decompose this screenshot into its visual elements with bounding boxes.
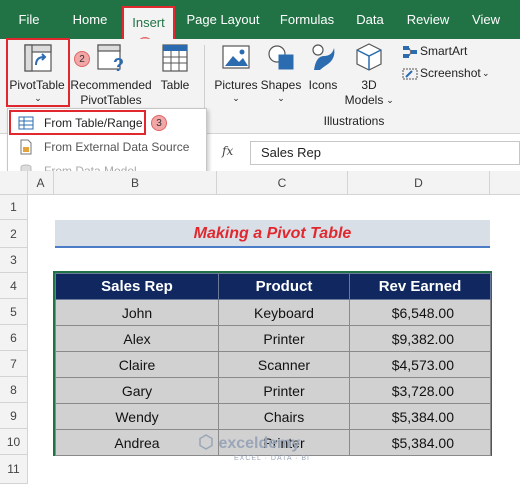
shapes-icon bbox=[268, 45, 294, 70]
recommended-label-2: PivotTables bbox=[80, 93, 142, 107]
cell-rev-earned[interactable]: $6,548.00 bbox=[349, 299, 491, 326]
chevron-down-icon: ⌄ bbox=[232, 93, 240, 103]
table-label: Table bbox=[160, 78, 190, 92]
svg-text:?: ? bbox=[113, 55, 124, 73]
table-icon bbox=[162, 44, 188, 72]
cell-sales-rep[interactable]: Andrea bbox=[55, 429, 219, 456]
cell-sales-rep[interactable]: Alex bbox=[55, 325, 219, 352]
cell-product[interactable]: Printer bbox=[218, 325, 350, 352]
pictures-button[interactable]: Pictures ⌄ bbox=[210, 39, 262, 105]
recommended-pivottables-button[interactable]: ? Recommended PivotTables bbox=[70, 39, 152, 109]
column-header-d[interactable]: D bbox=[348, 171, 490, 195]
table-row: Claire Scanner $4,573.00 bbox=[55, 351, 491, 378]
screenshot-button[interactable]: Screenshot ⌄ bbox=[400, 65, 500, 83]
row-header[interactable]: 1 bbox=[0, 195, 28, 220]
menu-bar: File Home Insert Page Layout Formulas Da… bbox=[0, 0, 520, 39]
cell-sales-rep[interactable]: Claire bbox=[55, 351, 219, 378]
illustrations-group-label: Illustrations bbox=[323, 114, 385, 128]
3d-models-label-1: 3D bbox=[361, 78, 377, 92]
tab-data[interactable]: Data bbox=[350, 0, 390, 39]
cell-rev-earned[interactable]: $5,384.00 bbox=[349, 429, 491, 456]
cell-rev-earned[interactable]: $9,382.00 bbox=[349, 325, 491, 352]
cell-rev-earned[interactable]: $5,384.00 bbox=[349, 403, 491, 430]
icons-button[interactable]: Icons bbox=[304, 39, 342, 105]
cell-sales-rep[interactable]: Wendy bbox=[55, 403, 219, 430]
3d-models-button[interactable]: 3D Models ⌄ bbox=[342, 39, 396, 109]
icons-label: Icons bbox=[308, 78, 338, 92]
chevron-down-icon: ⌄ bbox=[277, 93, 285, 103]
smartart-button[interactable]: SmartArt bbox=[400, 43, 492, 61]
tab-page-layout[interactable]: Page Layout bbox=[184, 0, 262, 39]
table-row: Alex Printer $9,382.00 bbox=[55, 325, 491, 352]
chevron-down-icon: ⌄ bbox=[386, 95, 394, 105]
pictures-icon bbox=[222, 45, 250, 69]
header-rev-earned[interactable]: Rev Earned bbox=[349, 273, 491, 300]
cell-rev-earned[interactable]: $4,573.00 bbox=[349, 351, 491, 378]
watermark-tagline: EXCEL · DATA · BI bbox=[234, 455, 310, 462]
3d-models-label-2: Models bbox=[344, 93, 384, 107]
watermark-logo: exceldemy bbox=[198, 434, 300, 453]
recommended-label-1: Recommended bbox=[70, 78, 152, 92]
tab-formulas[interactable]: Formulas bbox=[276, 0, 338, 39]
row-header[interactable]: 5 bbox=[0, 299, 28, 325]
tab-file[interactable]: File bbox=[6, 0, 52, 39]
cell-sales-rep[interactable]: John bbox=[55, 299, 219, 326]
sheet-title[interactable]: Making a Pivot Table bbox=[55, 220, 490, 248]
row-header[interactable]: 10 bbox=[0, 429, 28, 455]
select-all-corner[interactable] bbox=[0, 171, 28, 195]
smartart-icon bbox=[403, 46, 417, 58]
smartart-label: SmartArt bbox=[420, 44, 468, 58]
data-table: Sales Rep Product Rev Earned John Keyboa… bbox=[55, 273, 491, 456]
row-header[interactable]: 2 bbox=[0, 220, 28, 248]
header-product[interactable]: Product bbox=[218, 273, 350, 300]
cell-rev-earned[interactable]: $3,728.00 bbox=[349, 377, 491, 404]
table-row: Gary Printer $3,728.00 bbox=[55, 377, 491, 404]
highlight-from-table-range bbox=[9, 110, 146, 135]
tab-view[interactable]: View bbox=[466, 0, 506, 39]
exceldemy-logo-icon bbox=[199, 434, 213, 450]
cell-sales-rep[interactable]: Gary bbox=[55, 377, 219, 404]
row-header[interactable]: 3 bbox=[0, 248, 28, 273]
row-header[interactable]: 11 bbox=[0, 455, 28, 484]
column-header-c[interactable]: C bbox=[217, 171, 348, 195]
chevron-down-icon: ⌄ bbox=[482, 68, 490, 78]
tab-home[interactable]: Home bbox=[62, 0, 118, 39]
icons-icon bbox=[312, 44, 335, 70]
row-header[interactable]: 9 bbox=[0, 403, 28, 429]
screenshot-icon bbox=[402, 68, 418, 80]
external-source-icon bbox=[20, 139, 32, 155]
tab-insert[interactable]: Insert bbox=[122, 6, 175, 39]
watermark-name: exceldemy bbox=[218, 435, 301, 452]
cell-product[interactable]: Scanner bbox=[218, 351, 350, 378]
row-header[interactable]: 4 bbox=[0, 273, 28, 299]
cell-product[interactable]: Printer bbox=[218, 377, 350, 404]
row-header[interactable]: 7 bbox=[0, 351, 28, 377]
cell-product[interactable]: Chairs bbox=[218, 403, 350, 430]
3d-cube-icon bbox=[356, 43, 382, 71]
screenshot-label: Screenshot bbox=[420, 66, 481, 80]
menu-item-label: From External Data Source bbox=[44, 140, 190, 154]
shapes-button[interactable]: Shapes ⌄ bbox=[258, 39, 304, 105]
cell-product[interactable]: Keyboard bbox=[218, 299, 350, 326]
header-sales-rep[interactable]: Sales Rep bbox=[55, 273, 219, 300]
column-header-a[interactable]: A bbox=[28, 171, 54, 195]
highlight-pivottable bbox=[6, 38, 70, 107]
formula-input[interactable]: Sales Rep bbox=[250, 141, 520, 165]
fx-icon[interactable]: fx bbox=[222, 144, 233, 158]
row-header[interactable]: 8 bbox=[0, 377, 28, 403]
column-header-e[interactable] bbox=[490, 171, 520, 195]
step-badge-3: 3 bbox=[151, 115, 167, 131]
menu-item-from-external-data-source[interactable]: From External Data Source bbox=[8, 135, 206, 159]
recommended-pivottables-icon: ? bbox=[97, 44, 124, 73]
table-row: Wendy Chairs $5,384.00 bbox=[55, 403, 491, 430]
tab-review[interactable]: Review bbox=[402, 0, 454, 39]
table-button[interactable]: Table bbox=[154, 39, 196, 105]
column-header-b[interactable]: B bbox=[54, 171, 217, 195]
table-row: John Keyboard $6,548.00 bbox=[55, 299, 491, 326]
row-header[interactable]: 6 bbox=[0, 325, 28, 351]
